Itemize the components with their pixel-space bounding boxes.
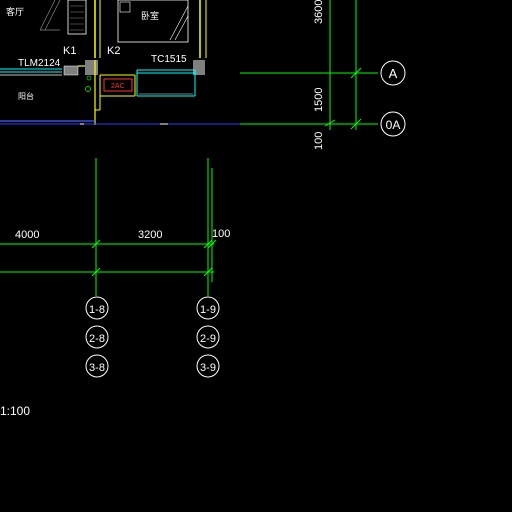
dimension-text-middle: 1500	[313, 88, 325, 112]
dimension-text-right: 100	[212, 228, 230, 240]
window-label-tc: TC1515	[151, 54, 187, 65]
grid-bubble-0a-label: 0A	[386, 118, 401, 132]
drawing-background	[0, 0, 512, 512]
grid-bubble-1-9-label: 1-9	[200, 304, 216, 316]
grid-bubble-2-9-label: 2-9	[200, 333, 216, 345]
wall-column	[85, 60, 98, 75]
door-label-k1: K1	[63, 45, 76, 57]
grid-bubble-1-8-label: 1-8	[89, 304, 105, 316]
dimension-text-left: 4000	[15, 229, 39, 241]
window-label-tlm: TLM2124	[18, 58, 61, 69]
door-label-k2: K2	[107, 45, 120, 57]
room-label-bedroom: 卧室	[141, 10, 159, 21]
wall-column	[63, 65, 79, 76]
dimension-text-middle: 3200	[138, 229, 162, 241]
grid-bubble-3-8-label: 3-8	[89, 362, 105, 374]
scale-label: 1:100	[0, 404, 30, 418]
dimension-text-top: 3600	[313, 0, 325, 24]
room-label-balcony: 阳台	[18, 91, 34, 101]
dimension-text-bottom: 100	[313, 132, 325, 150]
ac-tag-label: 2AC	[111, 83, 125, 90]
cad-drawing-canvas: 客厅 卧室 阳台 K1 K2 TLM2124 TC1515 2AC 3600 1…	[0, 0, 512, 512]
grid-bubble-a-label: A	[389, 66, 398, 81]
grid-bubble-3-9-label: 3-9	[200, 362, 216, 374]
grid-bubble-2-8-label: 2-8	[89, 333, 105, 345]
room-label-living: 客厅	[6, 6, 24, 17]
